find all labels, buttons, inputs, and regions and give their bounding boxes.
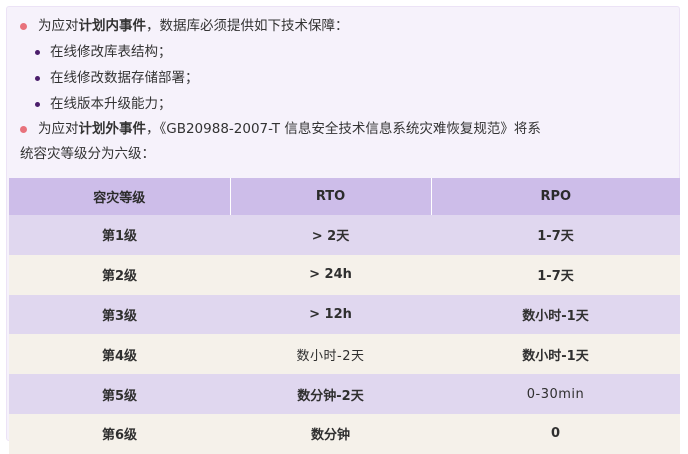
sub-item-text: 在线修改库表结构； <box>50 44 172 60</box>
table-row: 第6级 数分钟 0 <box>9 413 680 454</box>
sub-item: 在线修改库表结构； <box>20 40 670 65</box>
text-fragment: ，数据库必须提供如下技术保障： <box>146 18 349 34</box>
sub-item-text: 在线版本升级能力； <box>50 96 172 112</box>
rpo-cell: 0 <box>431 413 680 454</box>
bullet-dot-icon <box>35 76 40 81</box>
continuation-line: 统容灾等级分为六级： <box>20 142 670 167</box>
rto-cell: 数分钟 <box>230 413 431 454</box>
text-fragment: ，《GB20988-2007-T 信息安全技术信息系统灾难恢复规范》将系 <box>146 121 541 137</box>
sub-item: 在线修改数据存储部署； <box>20 66 670 91</box>
sub-item: 在线版本升级能力； <box>20 92 670 117</box>
level-cell: 第3级 <box>9 294 230 335</box>
rto-cell: > 24h <box>230 254 431 295</box>
table-row: 第1级 > 2天 1-7天 <box>9 215 680 255</box>
bold-term: 计划内事件 <box>78 18 147 34</box>
table-row: 第2级 > 24h 1-7天 <box>9 254 680 295</box>
level-cell: 第5级 <box>9 374 230 414</box>
table-row: 第3级 > 12h 数小时-1天 <box>9 294 680 335</box>
intro-text: 为应对计划内事件，数据库必须提供如下技术保障： 在线修改库表结构； 在线修改数据… <box>20 14 670 167</box>
rto-cell: > 12h <box>230 294 431 335</box>
rpo-cell: 数小时-1天 <box>431 334 680 375</box>
rto-cell: 数分钟-2天 <box>230 374 431 414</box>
level-cell: 第2级 <box>9 254 230 295</box>
bullet-dot-icon <box>35 102 40 107</box>
text-fragment: 为应对 <box>38 18 79 34</box>
rpo-cell: 数小时-1天 <box>431 294 680 335</box>
text-fragment: 为应对 <box>38 121 79 137</box>
level-cell: 第1级 <box>9 215 230 255</box>
table-row: 第4级 数小时-2天 数小时-1天 <box>9 334 680 375</box>
rto-cell: > 2天 <box>230 215 431 255</box>
rpo-cell: 0-30min <box>431 374 680 414</box>
header-level: 容灾等级 <box>9 178 231 215</box>
bullet-planned-events: 为应对计划内事件，数据库必须提供如下技术保障： <box>20 14 670 39</box>
bullet-dot-icon <box>35 50 40 55</box>
header-rto: RTO <box>230 178 432 215</box>
rpo-cell: 1-7天 <box>431 215 680 255</box>
level-cell: 第6级 <box>9 413 230 454</box>
red-bullet-icon <box>20 23 27 30</box>
level-cell: 第4级 <box>9 334 230 375</box>
bold-term: 计划外事件 <box>78 121 147 137</box>
header-rpo: RPO <box>431 178 680 215</box>
text-fragment: 统容灾等级分为六级： <box>20 146 155 162</box>
dr-level-table: 容灾等级 RTO RPO 第1级 > 2天 1-7天 第2级 > 24h 1-7… <box>9 178 680 454</box>
table-row: 第5级 数分钟-2天 0-30min <box>9 374 680 414</box>
table-header-row: 容灾等级 RTO RPO <box>9 178 680 215</box>
rto-cell: 数小时-2天 <box>230 334 431 375</box>
bullet-unplanned-events: 为应对计划外事件，《GB20988-2007-T 信息安全技术信息系统灾难恢复规… <box>20 117 670 142</box>
rpo-cell: 1-7天 <box>431 254 680 295</box>
sub-item-text: 在线修改数据存储部署； <box>50 70 199 86</box>
red-bullet-icon <box>20 126 27 133</box>
